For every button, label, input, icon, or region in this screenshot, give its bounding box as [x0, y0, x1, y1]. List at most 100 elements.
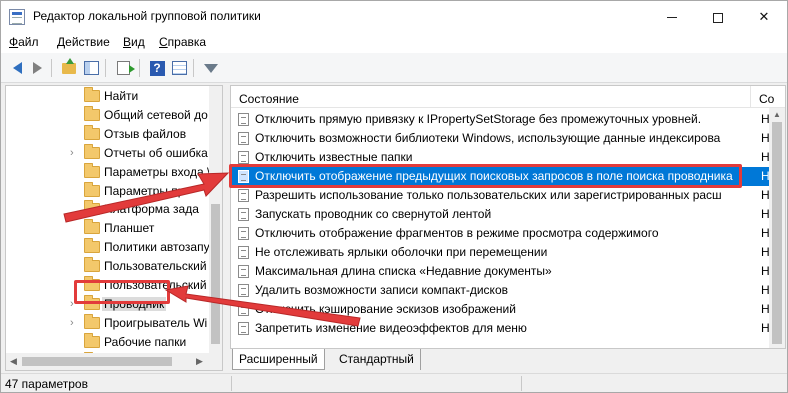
setting-name: Отключить известные папки [255, 150, 413, 164]
setting-name: Разрешить использование только пользоват… [255, 188, 722, 202]
forward-arrow-icon [32, 62, 42, 74]
policy-setting-icon [238, 227, 249, 240]
list-item[interactable]: Отключить прямую привязку к IPropertySet… [231, 110, 771, 129]
tree-item[interactable]: Планшет [6, 219, 211, 238]
tree-item[interactable]: Политики автозапу [6, 238, 211, 257]
tree-item[interactable]: › Проигрыватель Wi [6, 313, 211, 333]
tree-pane[interactable]: Найти Общий сетевой до Отзыв файлов › Отчеты… [5, 85, 223, 371]
help-button[interactable]: ? [147, 58, 167, 78]
menu-action[interactable]: Действие [57, 35, 110, 49]
tree-vertical-scrollbar[interactable] [209, 86, 222, 354]
tab-standard[interactable]: Стандартный [333, 349, 421, 370]
filter-button[interactable] [201, 58, 221, 78]
list-item[interactable]: Запускать проводник со свернутой лентой Н [231, 205, 771, 224]
folder-icon [84, 162, 100, 178]
policy-setting-icon [238, 284, 249, 297]
tree-item-label: Отчеты об ошибка [104, 145, 208, 160]
back-button[interactable] [7, 58, 27, 78]
back-arrow-icon [12, 62, 22, 74]
list-item[interactable]: Не отслеживать ярлыки оболочки при перем… [231, 243, 771, 262]
view-button[interactable] [169, 58, 189, 78]
tree-item[interactable]: Параметры пр [6, 181, 211, 201]
setting-name: Отключить прямую привязку к IPropertySet… [255, 112, 702, 126]
toolbar: ? [1, 53, 787, 83]
status-divider [521, 376, 522, 391]
list-item[interactable]: Разрешить использование только пользоват… [231, 186, 771, 205]
setting-name: Отключить отображение фрагментов в режим… [255, 226, 659, 240]
list-item[interactable]: Отключить отображение фрагментов в режим… [231, 224, 771, 243]
policy-setting-icon [238, 246, 249, 259]
menu-file[interactable]: Файл [9, 35, 39, 49]
tree-item[interactable]: Параметры входа \ [6, 162, 211, 182]
column-divider[interactable] [750, 86, 751, 108]
export-list-button[interactable] [113, 58, 135, 78]
minimize-button[interactable] [649, 1, 695, 32]
tree-item[interactable]: › Отчеты об ошибка [6, 143, 211, 163]
tree-scroll-thumb[interactable] [211, 204, 220, 344]
tab-extended[interactable]: Расширенный [232, 349, 325, 370]
show-tree-button[interactable] [81, 58, 101, 78]
close-button[interactable]: ✕ [741, 1, 787, 32]
scroll-left-icon[interactable]: ◀ [10, 356, 17, 367]
toolbar-divider [105, 59, 106, 77]
folder-icon [84, 257, 100, 273]
tree-item[interactable]: Отзыв файлов [6, 124, 211, 144]
toolbar-divider [193, 59, 194, 77]
setting-name: Отключить кэширование эскизов изображени… [255, 302, 516, 316]
list-item[interactable]: Отключить кэширование эскизов изображени… [231, 300, 771, 319]
policy-setting-icon [238, 189, 249, 202]
tree-item[interactable]: Пользовательский [6, 257, 211, 276]
tree-item-label: Параметры входа \ [104, 164, 211, 179]
policy-setting-icon [238, 265, 249, 278]
forward-button[interactable] [27, 58, 47, 78]
toolbar-divider [139, 59, 140, 77]
menu-help[interactable]: Справка [159, 35, 206, 49]
title-bar[interactable]: Редактор локальной групповой политики ✕ [1, 1, 787, 32]
up-level-button[interactable] [59, 57, 79, 78]
tree-item-label: Пользовательский [104, 259, 207, 274]
filter-icon [204, 63, 218, 73]
column-header-state[interactable]: Со [759, 92, 774, 106]
tree-item-label: Параметры пр [104, 183, 185, 198]
policy-setting-icon [238, 151, 249, 164]
list-header: Состояние Со [231, 86, 785, 108]
tree-item[interactable]: Найти [6, 87, 211, 106]
policy-setting-icon [238, 208, 249, 221]
folder-icon [84, 105, 100, 121]
list-vertical-scrollbar[interactable]: ▲ [769, 108, 785, 348]
settings-list[interactable]: Состояние Со Отключить прямую привязку к… [230, 85, 786, 349]
list-scroll-thumb[interactable] [772, 122, 782, 344]
tree-item-label: Отзыв файлов [104, 126, 187, 141]
chevron-right-icon[interactable]: › [70, 317, 74, 329]
gpedit-window: Редактор локальной групповой политики ✕ … [0, 0, 788, 393]
tree-item-label: Рабочие папки [104, 334, 187, 349]
tree-item[interactable]: Общий сетевой до [6, 105, 211, 125]
tree-item[interactable]: Платформа зада [6, 200, 211, 219]
scroll-right-icon[interactable]: ▶ [196, 356, 203, 367]
chevron-right-icon[interactable]: › [70, 147, 74, 159]
list-item[interactable]: Отключить возможности библиотеки Windows… [231, 129, 771, 148]
status-count: 47 параметров [5, 377, 88, 391]
column-header-name[interactable]: Состояние [239, 92, 299, 106]
list-item[interactable]: Удалить возможности записи компакт-диско… [231, 281, 771, 300]
setting-name: Максимальная длина списка «Недавние доку… [255, 264, 552, 278]
tree-item-label: Планшет [104, 221, 155, 236]
tree-horizontal-scrollbar[interactable]: ◀ ▶ [6, 353, 222, 370]
gpedit-icon [9, 9, 25, 25]
tree-item-label: Найти [104, 89, 139, 103]
list-item[interactable]: Максимальная длина списка «Недавние доку… [231, 262, 771, 281]
tree-hscroll-thumb[interactable] [22, 357, 172, 366]
menu-view[interactable]: Вид [123, 35, 145, 49]
list-item[interactable]: Запретить изменение видеоэффектов для ме… [231, 319, 771, 338]
scroll-up-icon[interactable]: ▲ [773, 110, 781, 119]
maximize-button[interactable] [695, 1, 741, 32]
folder-icon [84, 181, 100, 197]
help-icon: ? [149, 60, 165, 76]
folder-icon [84, 332, 100, 348]
tree-item[interactable]: Рабочие папки [6, 332, 211, 352]
tree-item-label: Общий сетевой до [104, 107, 208, 122]
highlight-box-setting [229, 164, 742, 188]
tree-item-label: Политики автозапу [104, 240, 210, 255]
show-tree-icon [83, 61, 99, 75]
menu-bar: Файл Действие Вид Справка [1, 32, 787, 53]
